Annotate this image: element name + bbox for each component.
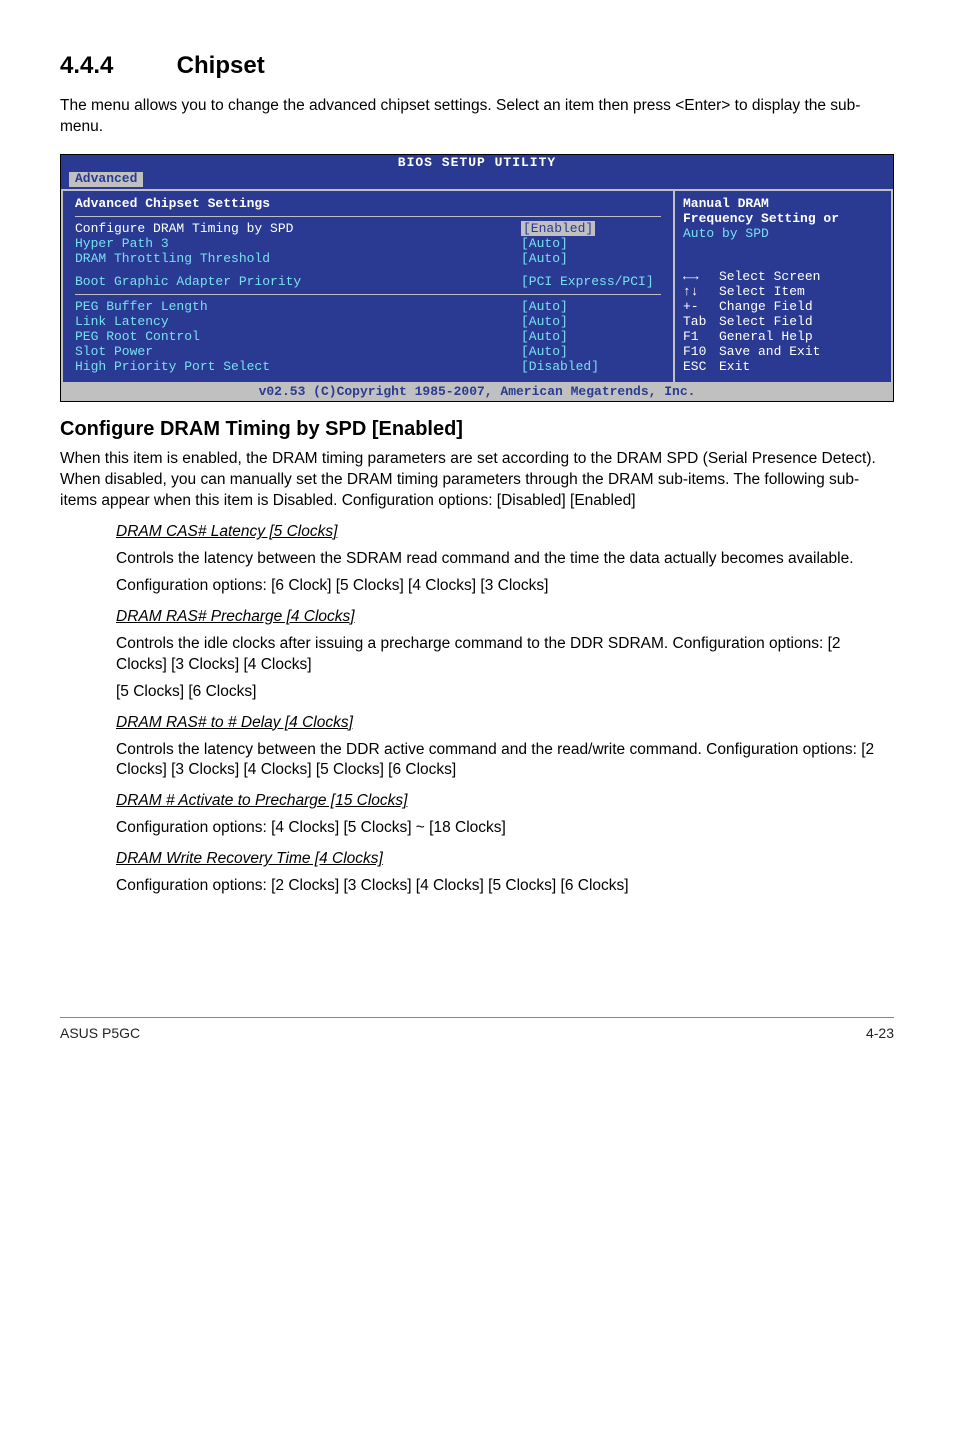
bios-item-value: [Auto] xyxy=(521,315,661,330)
bios-row: Configure DRAM Timing by SPD [Enabled] xyxy=(75,222,661,237)
section-heading: 4.4.4 Chipset xyxy=(60,50,894,82)
bios-left-panel: Advanced Chipset Settings Configure DRAM… xyxy=(61,189,673,384)
bios-footer: v02.53 (C)Copyright 1985-2007, American … xyxy=(61,384,893,401)
dram-item-title: DRAM CAS# Latency [5 Clocks] xyxy=(116,522,894,543)
intro-text: The menu allows you to change the advanc… xyxy=(60,96,894,138)
page-footer: ASUS P5GC 4-23 xyxy=(60,1017,894,1043)
bios-tab-advanced: Advanced xyxy=(69,172,143,187)
bios-item-label: High Priority Port Select xyxy=(75,360,521,375)
bios-right-panel: Manual DRAM Frequency Setting or Auto by… xyxy=(673,189,893,384)
bios-item-label: PEG Root Control xyxy=(75,330,521,345)
bios-row: PEG Root Control [Auto] xyxy=(75,330,661,345)
dram-item-title: DRAM Write Recovery Time [4 Clocks] xyxy=(116,849,894,870)
bios-item-value: [Auto] xyxy=(521,237,661,252)
dram-item-body: [5 Clocks] [6 Clocks] xyxy=(116,682,894,703)
dram-item-body: Controls the latency between the SDRAM r… xyxy=(116,549,894,570)
subsection-text: When this item is enabled, the DRAM timi… xyxy=(60,449,894,512)
bios-panel-heading: Advanced Chipset Settings xyxy=(75,197,661,212)
dram-item-title: DRAM # Activate to Precharge [15 Clocks] xyxy=(116,791,894,812)
bios-item-label: Link Latency xyxy=(75,315,521,330)
footer-left: ASUS P5GC xyxy=(60,1024,140,1043)
bios-divider xyxy=(75,216,661,217)
bios-item-value: [Disabled] xyxy=(521,360,661,375)
bios-row: Slot Power [Auto] xyxy=(75,345,661,360)
bios-item-value: [Auto] xyxy=(521,345,661,360)
dram-item-title: DRAM RAS# to # Delay [4 Clocks] xyxy=(116,713,894,734)
bios-row: Hyper Path 3 [Auto] xyxy=(75,237,661,252)
bios-row: PEG Buffer Length [Auto] xyxy=(75,300,661,315)
dram-item-title: DRAM RAS# Precharge [4 Clocks] xyxy=(116,607,894,628)
bios-item-label: Configure DRAM Timing by SPD xyxy=(75,222,521,237)
bios-title: BIOS SETUP UTILITY xyxy=(61,155,893,172)
bios-row: Boot Graphic Adapter Priority [PCI Expre… xyxy=(75,275,661,290)
bios-item-label: PEG Buffer Length xyxy=(75,300,521,315)
footer-right: 4-23 xyxy=(866,1024,894,1043)
bios-item-value: [PCI Express/PCI] xyxy=(521,275,661,290)
dram-item-body: Controls the latency between the DDR act… xyxy=(116,740,894,782)
dram-item-body: Configuration options: [4 Clocks] [5 Clo… xyxy=(116,818,894,839)
dram-item-body: Configuration options: [6 Clock] [5 Cloc… xyxy=(116,576,894,597)
section-number: 4.4.4 xyxy=(60,50,170,82)
bios-row: High Priority Port Select [Disabled] xyxy=(75,360,661,375)
bios-tab-row: Advanced xyxy=(61,172,893,189)
bios-body: Advanced Chipset Settings Configure DRAM… xyxy=(61,189,893,384)
bios-item-label: Boot Graphic Adapter Priority xyxy=(75,275,521,290)
bios-item-label: Hyper Path 3 xyxy=(75,237,521,252)
bios-item-value: [Auto] xyxy=(521,252,661,267)
bios-help-text: Manual DRAM Frequency Setting or Auto by… xyxy=(683,197,883,242)
bios-screenshot: BIOS SETUP UTILITY Advanced Advanced Chi… xyxy=(60,154,894,402)
bios-help-keys: ←→Select Screen ↑↓Select Item +-Change F… xyxy=(683,270,883,375)
bios-row: DRAM Throttling Threshold [Auto] xyxy=(75,252,661,267)
bios-row: Link Latency [Auto] xyxy=(75,315,661,330)
bios-item-value: [Enabled] xyxy=(521,221,595,236)
section-title: Chipset xyxy=(177,52,265,79)
bios-item-label: Slot Power xyxy=(75,345,521,360)
dram-item-body: Configuration options: [2 Clocks] [3 Clo… xyxy=(116,876,894,897)
bios-item-value: [Auto] xyxy=(521,330,661,345)
subsection-heading: Configure DRAM Timing by SPD [Enabled] xyxy=(60,416,894,443)
dram-item-body: Controls the idle clocks after issuing a… xyxy=(116,634,894,676)
bios-item-value: [Auto] xyxy=(521,300,661,315)
bios-divider xyxy=(75,294,661,295)
bios-item-label: DRAM Throttling Threshold xyxy=(75,252,521,267)
